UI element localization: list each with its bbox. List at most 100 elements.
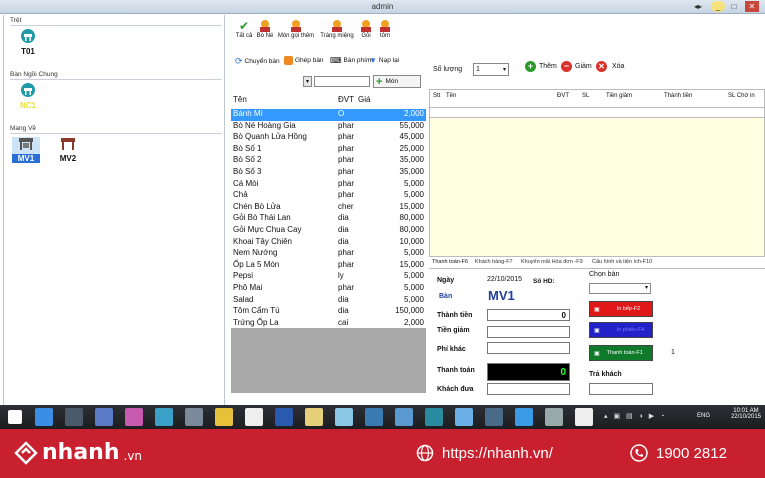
menu-item-name: Cá Mòi xyxy=(233,178,259,188)
kitchen-print-button[interactable]: ▣ In bếp-F2 xyxy=(589,301,653,317)
category-all[interactable]: ✔ Tất cả xyxy=(232,15,256,39)
app-icon[interactable] xyxy=(515,408,533,426)
delete-button[interactable]: ✕ Xóa xyxy=(596,61,624,72)
menu-item-row[interactable]: Bò Quanh Lửa Hồng phar 45,000 xyxy=(231,132,426,144)
menu-item-row[interactable]: Khoai Tây Chiên dia 10,000 xyxy=(231,237,426,249)
menu-item-name: Gỏi Mực Chua Cay xyxy=(233,224,302,234)
area-label: Mang Về xyxy=(10,125,37,132)
menu-item-row[interactable]: Salad dia 5,000 xyxy=(231,295,426,307)
menu-item-row[interactable]: Chén Bò Lửa cher 15,000 xyxy=(231,202,426,214)
add-button[interactable]: + Thêm xyxy=(525,61,557,72)
tab-settings[interactable]: Cấu hình và tiện ích-F10 xyxy=(592,259,652,265)
category-mon-goi-them[interactable]: Món gọi thêm xyxy=(276,15,316,39)
checkout-count: 1 xyxy=(671,349,675,356)
menu-item-row[interactable]: Pepsi ly 5,000 xyxy=(231,271,426,283)
menu-item-unit: phar xyxy=(338,155,355,165)
app-icon[interactable] xyxy=(455,408,473,426)
app-icon[interactable] xyxy=(125,408,143,426)
app-icon[interactable] xyxy=(95,408,113,426)
tab-customer[interactable]: Khách hàng-F7 xyxy=(475,259,513,265)
category-goi[interactable]: Gỏi xyxy=(357,15,375,39)
menu-item-unit: phar xyxy=(338,190,355,200)
move-table-button[interactable]: ⟳ Chuyển bàn xyxy=(235,56,280,67)
menu-item-row[interactable]: Bò Số 2 phar 35,000 xyxy=(231,155,426,167)
table-tile-mv1[interactable]: MV1 xyxy=(12,137,40,163)
app-icon[interactable] xyxy=(245,408,263,426)
menu-item-row[interactable]: Bò Số 1 phar 25,000 xyxy=(231,144,426,156)
app-icon[interactable] xyxy=(155,408,173,426)
add-dish-button[interactable]: + Món xyxy=(373,75,421,88)
minimize-button[interactable]: _ xyxy=(711,1,725,12)
tab-promotion[interactable]: Khuyến mãi Hóa đơn -F9 xyxy=(521,259,583,265)
website-link[interactable]: https://nhanh.vn/ xyxy=(416,444,553,462)
app-icon[interactable] xyxy=(485,408,503,426)
checkout-button[interactable]: ▣ Thanh toán-F1 xyxy=(589,345,653,361)
menu-item-unit: phar xyxy=(338,248,355,258)
category-trang-mieng[interactable]: Tráng miệng xyxy=(318,15,356,39)
menu-item-row[interactable]: Gỏi Bò Thái Lan dia 80,000 xyxy=(231,213,426,225)
maximize-button[interactable]: □ xyxy=(727,1,741,12)
menu-item-row[interactable]: Tôm Cẩm Tú dia 150,000 xyxy=(231,306,426,318)
menu-item-name: Nem Nướng xyxy=(233,248,278,258)
table-tile-nc1[interactable]: NC1 xyxy=(14,82,42,110)
menu-item-row[interactable]: Phô Mai phar 5,000 xyxy=(231,283,426,295)
app-icon[interactable] xyxy=(425,408,443,426)
chevron-down-icon[interactable]: ▾ xyxy=(303,76,312,87)
category-bo-ne[interactable]: Bò Né xyxy=(254,15,276,39)
menu-item-row[interactable]: Bò Né Hoàng Gia phar 55,000 xyxy=(231,121,426,133)
menu-item-row[interactable]: Bánh Mì O 2,000 xyxy=(231,109,426,121)
keyboard-button[interactable]: ⌨ Bàn phím xyxy=(330,56,371,65)
menu-item-row[interactable]: Gỏi Mực Chua Cay dia 80,000 xyxy=(231,225,426,237)
ie-icon[interactable] xyxy=(35,408,53,426)
change-field[interactable] xyxy=(589,383,653,395)
decrease-button[interactable]: − Giảm xyxy=(561,61,592,72)
app-icon[interactable] xyxy=(185,408,203,426)
menu-item-row[interactable]: Cá Mòi phar 5,000 xyxy=(231,179,426,191)
table-tile-mv2[interactable]: MV2 xyxy=(54,137,82,163)
printer-icon: ▣ xyxy=(594,306,600,313)
merge-table-button[interactable]: Ghép bàn xyxy=(284,56,324,65)
menu-item-name: Bò Số 1 xyxy=(233,143,262,153)
menu-item-row[interactable]: Ốp La 5 Món phar 15,000 xyxy=(231,260,426,272)
tray-icons[interactable]: ▴ ▣ ▤ ◑ ▶ ◔ xyxy=(604,412,666,420)
discount-field[interactable] xyxy=(487,326,570,338)
chrome-icon[interactable] xyxy=(215,408,233,426)
app-icon[interactable] xyxy=(65,408,83,426)
reload-button[interactable]: ▼ Nạp lại xyxy=(369,56,399,65)
menu-item-row[interactable]: Bò Số 3 phar 35,000 xyxy=(231,167,426,179)
word-icon[interactable] xyxy=(275,408,293,426)
menu-item-price: 15,000 xyxy=(399,259,424,269)
order-panel: Số lượng 1 ▾ + Thêm − Giảm ✕ Xóa Stt Tên… xyxy=(429,53,765,397)
menu-item-unit: dia xyxy=(338,306,349,316)
app-icon[interactable] xyxy=(395,408,413,426)
app-icon[interactable] xyxy=(365,408,383,426)
order-grid-row[interactable] xyxy=(430,108,764,118)
folder-icon[interactable] xyxy=(305,408,323,426)
table-tile-t01[interactable]: T01 xyxy=(14,28,42,56)
phone-link[interactable]: 1900 2812 xyxy=(630,444,727,462)
clock[interactable]: 10:01 AM 22/10/2015 xyxy=(731,408,761,420)
close-button[interactable]: ✕ xyxy=(745,1,759,12)
quantity-select[interactable]: 1 ▾ xyxy=(473,63,509,76)
menu-list: Bánh Mì O 2,000 Bò Né Hoàng Gia phar 55,000 Bò… xyxy=(231,109,426,329)
tab-payment[interactable]: Thanh toán-F6 xyxy=(432,259,468,265)
menu-item-row[interactable]: Chả phar 5,000 xyxy=(231,190,426,202)
search-input[interactable] xyxy=(314,76,370,87)
app-icon[interactable] xyxy=(335,408,353,426)
language-indicator[interactable]: ENG xyxy=(697,413,710,419)
receipt-print-button[interactable]: ▣ In phiếu-F4 xyxy=(589,322,653,338)
menu-item-name: Bò Số 2 xyxy=(233,155,262,165)
choose-table-select[interactable]: ▾ xyxy=(589,283,651,294)
windows-start-icon[interactable] xyxy=(8,410,22,424)
menu-item-unit: dia xyxy=(338,236,349,246)
menu-item-price: 35,000 xyxy=(399,155,424,165)
forward-icon[interactable]: ◂▸ xyxy=(691,1,705,12)
phone-icon xyxy=(630,444,648,462)
category-tom[interactable]: tôm xyxy=(376,15,394,39)
app-icon[interactable] xyxy=(545,408,563,426)
extra-fee-field[interactable] xyxy=(487,342,570,354)
cash-given-field[interactable] xyxy=(487,383,570,395)
app-icon[interactable] xyxy=(575,408,593,426)
total-field[interactable]: 0 xyxy=(487,309,570,321)
menu-item-row[interactable]: Nem Nướng phar 5,000 xyxy=(231,248,426,260)
